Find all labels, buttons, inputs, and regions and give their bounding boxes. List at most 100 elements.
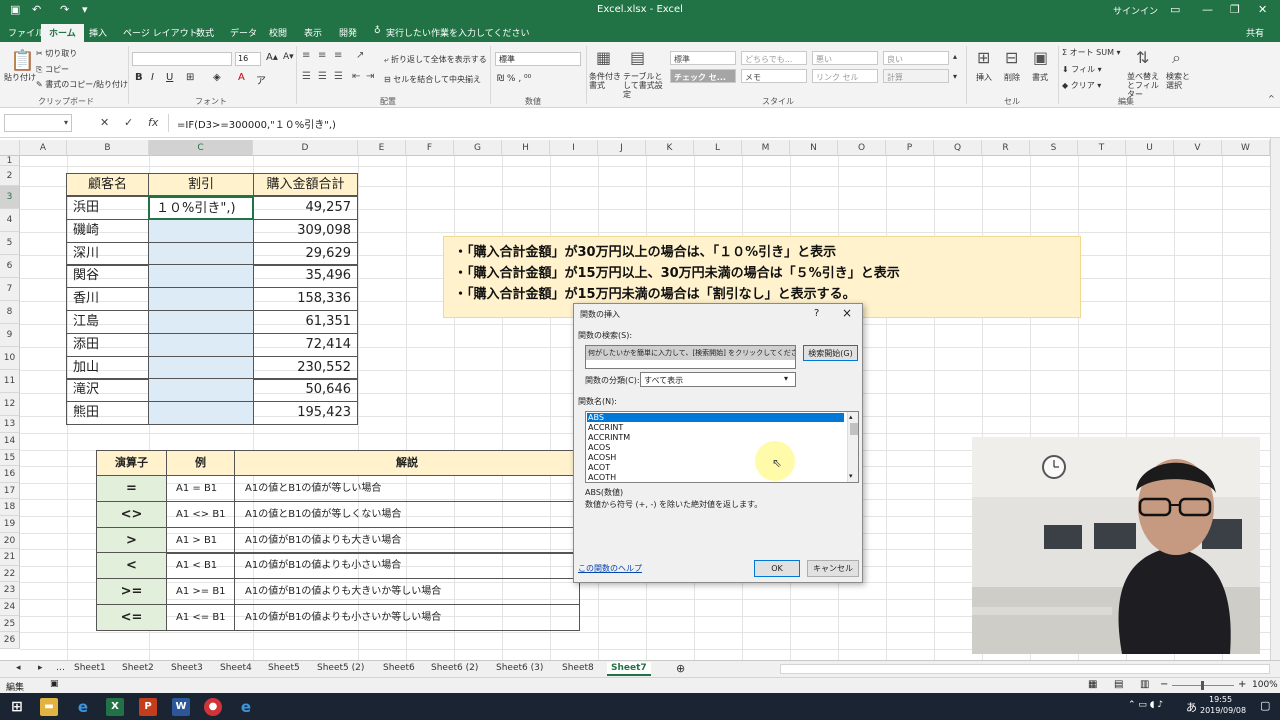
copy-button[interactable]: ⎘ コピー — [36, 64, 69, 75]
example-cell[interactable]: A1 < B1 — [166, 552, 235, 580]
row-header-8[interactable]: 8 — [0, 301, 20, 324]
column-header-E[interactable]: E — [358, 140, 406, 156]
find-select-icon[interactable]: ⌕ — [1172, 48, 1181, 68]
dialog-help-button[interactable]: ? — [814, 308, 819, 319]
merge-center-button[interactable]: ⊟ セルを結合して中央揃え — [384, 74, 481, 85]
insert-cells-button[interactable]: 挿入 — [976, 72, 992, 83]
customer-name-cell[interactable]: 香川 — [66, 287, 149, 312]
style-scroll-down-icon[interactable]: ▾ — [953, 72, 957, 81]
function-list[interactable]: ▴ ▾ ABS ACCRINT ACCRINTM ACOS ACOSH ACOT ACOTH — [585, 411, 859, 483]
column-header-O[interactable]: O — [838, 140, 886, 156]
formula-input[interactable]: =IF(D3>=300000,"１０%引き",) — [168, 114, 1276, 132]
paste-button[interactable]: 貼り付け — [4, 72, 36, 83]
row-header-10[interactable]: 10 — [0, 347, 20, 370]
minimize-icon[interactable]: — — [1202, 3, 1213, 16]
column-header-R[interactable]: R — [982, 140, 1030, 156]
purchase-amount-cell[interactable]: 309,098 — [253, 218, 358, 243]
discount-cell[interactable] — [148, 264, 254, 289]
middle-align-icon[interactable]: ≡ — [318, 50, 326, 61]
ribbon-display-icon[interactable]: ▭ — [1170, 3, 1180, 16]
row-header-16[interactable]: 16 — [0, 466, 20, 483]
style-check-cell[interactable]: チェック セ... — [670, 69, 736, 83]
example-cell[interactable]: A1 <> B1 — [166, 500, 235, 528]
tab-developer[interactable]: 開発 — [339, 26, 357, 39]
example-cell[interactable]: A1 = B1 — [166, 475, 235, 502]
discount-cell[interactable] — [148, 401, 254, 426]
name-box-dropdown-icon[interactable]: ▾ — [64, 118, 68, 127]
operator-cell[interactable]: < — [96, 552, 167, 580]
clock-time[interactable]: 19:55 — [1209, 695, 1232, 704]
function-item[interactable]: ACOTH — [588, 473, 616, 482]
tab-formulas[interactable]: 数式 — [196, 26, 214, 39]
sort-filter-button[interactable]: 並べ替えとフィルター — [1127, 72, 1165, 99]
font-size-box[interactable]: 16 — [235, 52, 261, 66]
sheet-tab-sheet7[interactable]: Sheet7 — [607, 662, 651, 676]
discount-cell[interactable] — [148, 310, 254, 334]
fill-button[interactable]: ⬇ フィル ▾ — [1062, 64, 1102, 75]
explanation-cell[interactable]: A1の値とB1の値が等しい場合 — [234, 475, 580, 502]
cancel-button[interactable]: キャンセル — [807, 560, 859, 577]
purchase-amount-cell[interactable]: 61,351 — [253, 310, 358, 334]
example-cell[interactable]: A1 <= B1 — [166, 604, 235, 631]
column-header-D[interactable]: D — [253, 140, 358, 156]
explanation-cell[interactable]: A1の値がB1の値よりも大きいか等しい場合 — [234, 578, 580, 606]
windows-start-icon[interactable]: ⊞ — [8, 698, 26, 716]
share-button[interactable]: 共有 — [1246, 26, 1264, 39]
column-header-M[interactable]: M — [742, 140, 790, 156]
paste-icon[interactable]: 📋 — [10, 48, 35, 72]
header-discount[interactable]: 割引 — [148, 173, 254, 196]
decrease-font-icon[interactable]: A▾ — [283, 52, 294, 62]
notification-icon[interactable]: ▢ — [1260, 699, 1270, 712]
row-header-24[interactable]: 24 — [0, 599, 20, 616]
bold-icon[interactable]: B — [135, 72, 143, 83]
function-list-scrollbar[interactable]: ▴ ▾ — [847, 412, 858, 482]
dialog-close-button[interactable]: × — [842, 306, 852, 320]
zoom-out-icon[interactable]: − — [1160, 679, 1168, 690]
explanation-cell[interactable]: A1の値がB1の値よりも小さいか等しい場合 — [234, 604, 580, 631]
row-header-25[interactable]: 25 — [0, 616, 20, 632]
sheet-tab-sheet5-2-[interactable]: Sheet5 (2) — [313, 662, 368, 674]
function-help-link[interactable]: この関数のヘルプ — [578, 563, 642, 574]
right-align-icon[interactable]: ☰ — [334, 71, 343, 82]
sheet-tab-sheet3[interactable]: Sheet3 — [167, 662, 207, 674]
new-sheet-button[interactable]: ⊕ — [672, 661, 689, 676]
purchase-amount-cell[interactable]: 195,423 — [253, 401, 358, 426]
header-customer-name[interactable]: 顧客名 — [66, 173, 149, 196]
customer-name-cell[interactable]: 熊田 — [66, 401, 149, 426]
row-header-7[interactable]: 7 — [0, 278, 20, 301]
column-header-I[interactable]: I — [550, 140, 598, 156]
left-align-icon[interactable]: ☰ — [302, 71, 311, 82]
row-header-23[interactable]: 23 — [0, 582, 20, 599]
customer-name-cell[interactable]: 関谷 — [66, 264, 149, 289]
name-box[interactable] — [4, 114, 72, 132]
example-cell[interactable]: A1 >= B1 — [166, 578, 235, 606]
bottom-align-icon[interactable]: ≡ — [334, 50, 342, 61]
function-item[interactable]: ACOT — [588, 463, 610, 472]
style-scroll-up-icon[interactable]: ▴ — [953, 52, 957, 61]
sheet-tab-sheet5[interactable]: Sheet5 — [264, 662, 304, 674]
explanation-cell[interactable]: A1の値がB1の値よりも小さい場合 — [234, 552, 580, 580]
style-good[interactable]: 良い — [883, 51, 949, 65]
column-header-F[interactable]: F — [406, 140, 454, 156]
column-header-V[interactable]: V — [1174, 140, 1222, 156]
page-break-view-icon[interactable]: ▥ — [1140, 679, 1149, 690]
collapse-ribbon-icon[interactable]: ^ — [1268, 94, 1275, 103]
header-operator[interactable]: 演算子 — [96, 450, 167, 476]
number-format-box[interactable]: 標準 — [495, 52, 581, 66]
sheet-tab-sheet6-2-[interactable]: Sheet6 (2) — [427, 662, 482, 674]
row-header-9[interactable]: 9 — [0, 324, 20, 347]
font-name-box[interactable] — [132, 52, 232, 66]
orientation-icon[interactable]: ↗ — [356, 50, 364, 61]
function-item[interactable]: ACOSH — [588, 453, 616, 462]
phonetic-icon[interactable]: ア — [256, 72, 266, 87]
tab-page-layout[interactable]: ページ レイアウト — [123, 26, 198, 39]
sheet-more-icon[interactable]: … — [52, 662, 69, 674]
tab-home[interactable]: ホーム — [41, 24, 84, 42]
conditional-format-icon[interactable]: ▦ — [596, 48, 611, 67]
style-bad[interactable]: 悪い — [812, 51, 878, 65]
row-header-6[interactable]: 6 — [0, 255, 20, 278]
customer-name-cell[interactable]: 江島 — [66, 310, 149, 334]
font-color-icon[interactable]: A — [238, 72, 245, 83]
sheet-scroll-left-icon[interactable]: ◂ — [12, 662, 25, 674]
tab-data[interactable]: データ — [230, 26, 257, 39]
